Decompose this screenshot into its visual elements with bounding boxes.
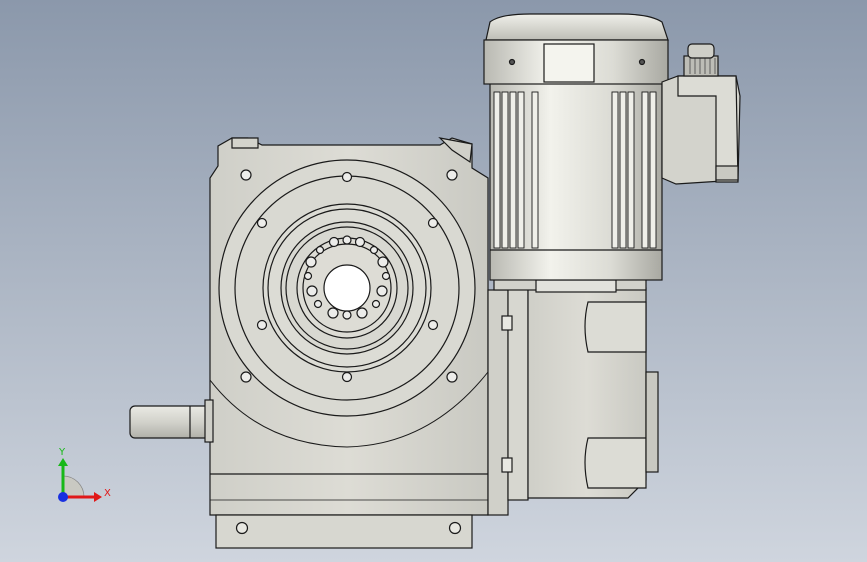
triad-z-axis <box>58 492 68 502</box>
cable-gland <box>683 43 719 77</box>
triad-x-arrowhead <box>94 492 102 502</box>
gearbox-model[interactable] <box>129 13 741 549</box>
triad-y-arrowhead <box>58 458 68 466</box>
terminal-box <box>661 75 741 185</box>
triad-x-label: X <box>104 488 111 499</box>
triad-y-label: Y <box>58 447 66 458</box>
base-foot <box>215 514 473 549</box>
coordinate-triad: X Y <box>58 447 111 502</box>
input-shaft <box>129 399 214 443</box>
gear-housing <box>487 287 659 516</box>
motor-body <box>489 81 663 281</box>
motor-end-cap <box>483 13 669 85</box>
cad-viewport[interactable]: X Y <box>0 0 867 562</box>
